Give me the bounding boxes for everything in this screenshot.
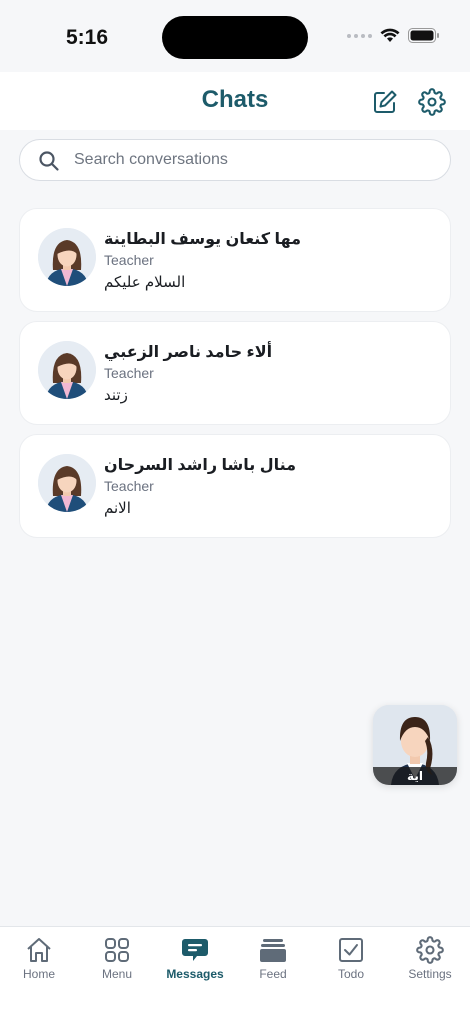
status-time: 5:16 — [66, 26, 109, 49]
chat-name: منال باشا راشد السرحان — [104, 457, 297, 474]
chat-icon — [182, 939, 208, 961]
gear-icon — [416, 936, 444, 964]
avatar — [38, 341, 96, 399]
cellular-signal-icon — [347, 33, 372, 38]
avatar — [38, 228, 96, 286]
status-indicators — [347, 28, 440, 43]
checkbox-icon — [339, 938, 363, 962]
tab-label: Messages — [166, 967, 224, 981]
floating-avatar-label: اية — [373, 767, 457, 785]
wifi-icon — [380, 28, 400, 42]
search-icon — [39, 151, 59, 171]
teacher-avatar-icon — [38, 341, 96, 399]
gear-icon — [418, 88, 446, 116]
tab-label: Feed — [259, 967, 287, 981]
chat-name: مها كنعان يوسف البطاينة — [104, 231, 302, 248]
chat-list: مها كنعان يوسف البطاينة Teacher السلام ع… — [19, 208, 451, 547]
tab-label: Home — [22, 967, 55, 981]
tab-menu[interactable]: Menu — [78, 935, 156, 981]
dynamic-island — [162, 16, 308, 59]
bottom-tab-bar: Home Menu Messages Feed Todo Settings — [0, 926, 470, 1024]
search-input[interactable] — [74, 140, 434, 180]
tab-label: Menu — [101, 967, 133, 981]
teacher-avatar-icon — [38, 228, 96, 286]
chat-item[interactable]: منال باشا راشد السرحان Teacher الانم — [19, 434, 451, 538]
floating-student-avatar[interactable]: اية — [373, 705, 457, 785]
chat-last-message: الانم — [104, 500, 131, 517]
status-bar: 5:16 — [0, 0, 470, 72]
chat-last-message: زتند — [104, 387, 128, 404]
feed-icon — [260, 939, 286, 962]
teacher-avatar-icon — [38, 454, 96, 512]
tab-settings[interactable]: Settings — [391, 935, 469, 981]
tab-todo[interactable]: Todo — [312, 935, 390, 981]
chat-item[interactable]: مها كنعان يوسف البطاينة Teacher السلام ع… — [19, 208, 451, 312]
avatar — [38, 454, 96, 512]
chat-item[interactable]: ألاء حامد ناصر الزعبي Teacher زتند — [19, 321, 451, 425]
tab-feed[interactable]: Feed — [234, 935, 312, 981]
grid-icon — [105, 938, 129, 962]
chat-last-message: السلام عليكم — [104, 274, 186, 291]
battery-icon — [408, 28, 439, 43]
tab-label: Settings — [408, 967, 452, 981]
tab-home[interactable]: Home — [0, 935, 78, 981]
search-bar[interactable] — [19, 139, 451, 181]
header: Chats — [0, 72, 470, 130]
home-icon — [27, 938, 51, 962]
chat-role: Teacher — [104, 365, 154, 381]
tab-messages[interactable]: Messages — [156, 935, 234, 981]
tab-label: Todo — [337, 967, 365, 981]
chat-role: Teacher — [104, 252, 154, 268]
compose-icon — [374, 90, 397, 113]
chat-role: Teacher — [104, 478, 154, 494]
compose-button[interactable] — [370, 87, 400, 117]
chat-name: ألاء حامد ناصر الزعبي — [104, 344, 273, 361]
settings-button[interactable] — [417, 87, 447, 117]
